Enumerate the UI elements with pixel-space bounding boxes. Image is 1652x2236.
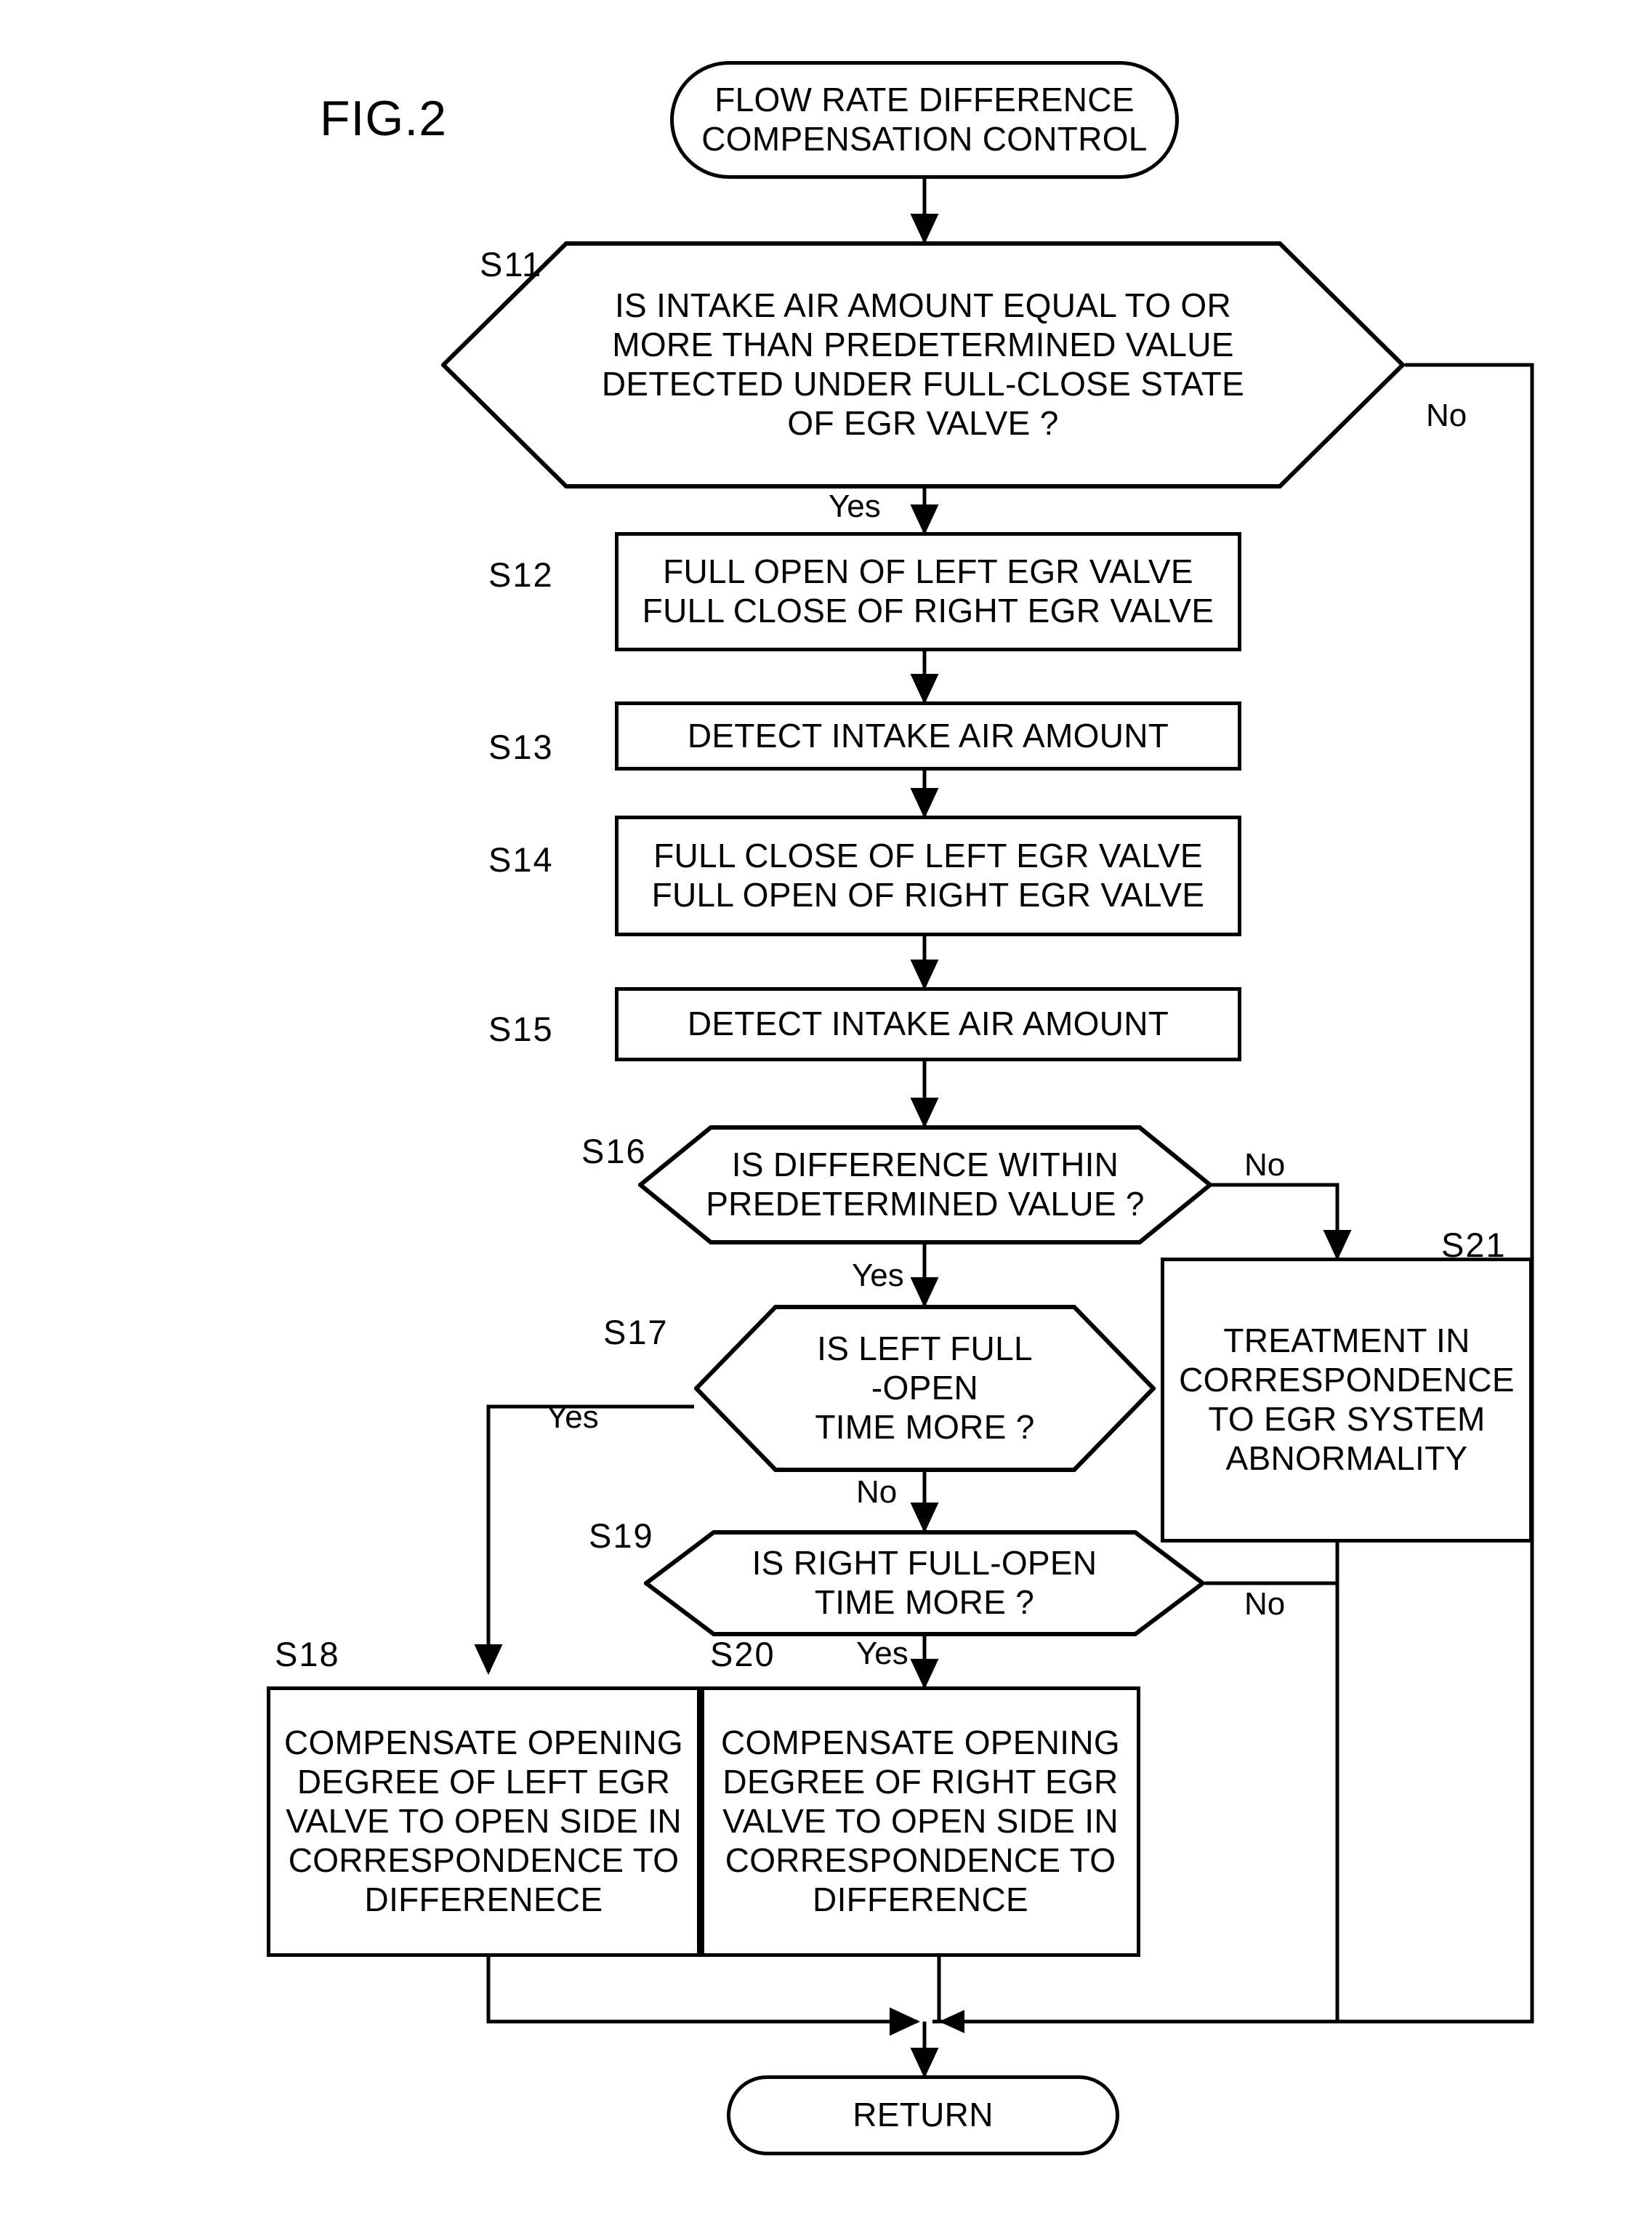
step-label-s12: S12 bbox=[488, 555, 554, 594]
edge-label-s16-no: No bbox=[1244, 1147, 1286, 1183]
step-label-s19: S19 bbox=[589, 1516, 654, 1555]
node-s19-text: IS RIGHT FULL-OPEN TIME MORE ? bbox=[752, 1544, 1097, 1621]
edge-label-s17-no: No bbox=[856, 1474, 898, 1510]
edge-label-s17-yes: Yes bbox=[547, 1399, 599, 1435]
node-return-text: RETURN bbox=[853, 2096, 994, 2134]
node-s20: COMPENSATE OPENING DEGREE OF RIGHT EGR V… bbox=[701, 1686, 1140, 1957]
node-s18-text: COMPENSATE OPENING DEGREE OF LEFT EGR VA… bbox=[284, 1724, 683, 1918]
step-label-s16: S16 bbox=[581, 1132, 647, 1170]
node-s18: COMPENSATE OPENING DEGREE OF LEFT EGR VA… bbox=[267, 1686, 701, 1957]
node-s13-text: DETECT INTAKE AIR AMOUNT bbox=[687, 716, 1169, 755]
step-label-s20: S20 bbox=[710, 1635, 775, 1673]
node-s16: IS DIFFERENCE WITHIN PREDETERMINED VALUE… bbox=[638, 1125, 1212, 1244]
step-label-s18: S18 bbox=[275, 1635, 340, 1673]
node-s14: FULL CLOSE OF LEFT EGR VALVE FULL OPEN O… bbox=[615, 816, 1241, 936]
node-s21-text: TREATMENT IN CORRESPONDENCE TO EGR SYSTE… bbox=[1179, 1322, 1515, 1477]
step-label-s11: S11 bbox=[480, 245, 543, 283]
edge-label-s16-yes: Yes bbox=[852, 1258, 904, 1293]
step-label-s14: S14 bbox=[488, 840, 554, 879]
edge-label-s19-no: No bbox=[1244, 1586, 1286, 1622]
edge-label-s19-yes: Yes bbox=[856, 1636, 908, 1671]
merge-arrow-right bbox=[939, 2010, 964, 2033]
node-start-text: FLOW RATE DIFFERENCE COMPENSATION CONTRO… bbox=[701, 81, 1148, 158]
node-start: FLOW RATE DIFFERENCE COMPENSATION CONTRO… bbox=[670, 61, 1179, 179]
node-s11: IS INTAKE AIR AMOUNT EQUAL TO OR MORE TH… bbox=[441, 241, 1405, 488]
node-s16-text: IS DIFFERENCE WITHIN PREDETERMINED VALUE… bbox=[706, 1146, 1145, 1223]
step-label-s17: S17 bbox=[603, 1313, 669, 1351]
figure-label: FIG.2 bbox=[320, 91, 448, 146]
step-label-s15: S15 bbox=[488, 1010, 554, 1048]
node-s21: TREATMENT IN CORRESPONDENCE TO EGR SYSTE… bbox=[1161, 1258, 1533, 1543]
node-s12: FULL OPEN OF LEFT EGR VALVE FULL CLOSE O… bbox=[615, 532, 1241, 651]
node-s15-text: DETECT INTAKE AIR AMOUNT bbox=[687, 1005, 1169, 1043]
edge-label-s11-no: No bbox=[1426, 398, 1467, 433]
node-s19: IS RIGHT FULL-OPEN TIME MORE ? bbox=[644, 1530, 1205, 1636]
edge-label-s11-yes: Yes bbox=[829, 488, 881, 524]
node-return: RETURN bbox=[727, 2075, 1119, 2155]
node-s13: DETECT INTAKE AIR AMOUNT bbox=[615, 701, 1241, 771]
step-label-s13: S13 bbox=[488, 728, 554, 766]
node-s15: DETECT INTAKE AIR AMOUNT bbox=[615, 987, 1241, 1061]
node-s11-text: IS INTAKE AIR AMOUNT EQUAL TO OR MORE TH… bbox=[601, 286, 1245, 442]
node-s14-text: FULL CLOSE OF LEFT EGR VALVE FULL OPEN O… bbox=[651, 837, 1205, 914]
node-s17: IS LEFT FULL -OPEN TIME MORE ? bbox=[694, 1305, 1156, 1472]
step-label-s21: S21 bbox=[1441, 1226, 1507, 1264]
node-s17-text: IS LEFT FULL -OPEN TIME MORE ? bbox=[815, 1330, 1035, 1446]
node-s20-text: COMPENSATE OPENING DEGREE OF RIGHT EGR V… bbox=[721, 1724, 1120, 1918]
node-s12-text: FULL OPEN OF LEFT EGR VALVE FULL CLOSE O… bbox=[642, 552, 1214, 630]
